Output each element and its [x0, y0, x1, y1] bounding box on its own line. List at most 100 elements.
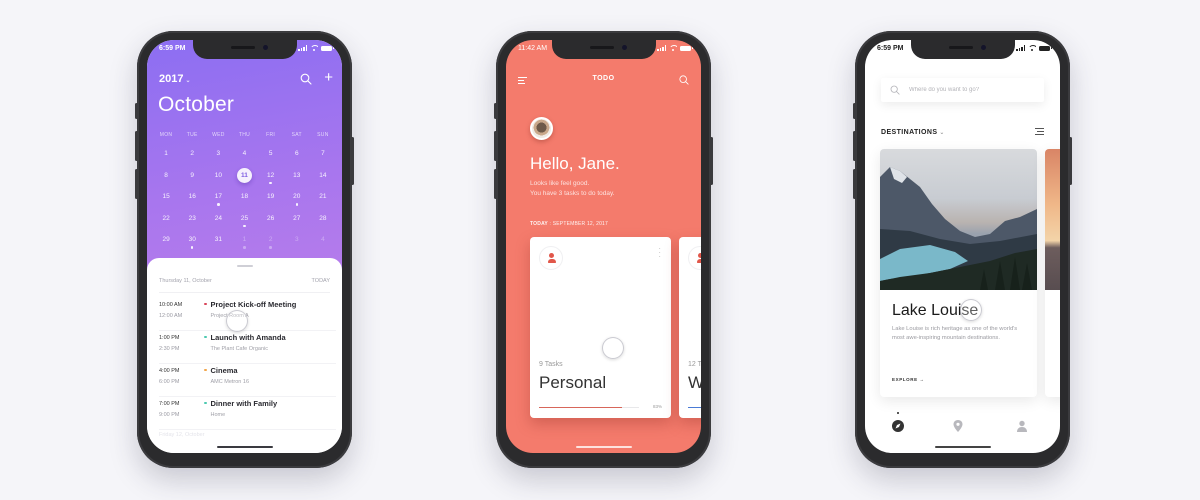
calendar-day[interactable]: 29 [153, 230, 179, 252]
destinations-dropdown[interactable]: DESTINATIONS ⌄ [881, 129, 945, 136]
today-button[interactable]: TODAY [312, 278, 330, 284]
calendar-day[interactable]: 10 [205, 166, 231, 188]
today-date: : SEPTEMBER 12, 2017 [547, 221, 609, 227]
calendar-grid: MON TUE WED THU FRI SAT SUN 1 2 3 4 5 6 7 8 9 10 11 12 13 14… [153, 132, 336, 252]
calendar-day[interactable]: 27 [284, 209, 310, 231]
calendar-day[interactable]: 30 [179, 230, 205, 252]
location-pin-icon[interactable] [951, 419, 965, 433]
calendar-day[interactable]: 16 [179, 187, 205, 209]
progress-bar [688, 406, 701, 408]
day-number: 21 [319, 193, 327, 200]
power-button [1069, 137, 1072, 185]
task-category-name: Work [688, 373, 701, 392]
home-indicator[interactable] [216, 446, 273, 448]
event-info: Launch with Amanda The Plant Cafe Organic [204, 333, 286, 363]
calendar-day[interactable]: 9 [179, 166, 205, 188]
calendar-day[interactable]: 23 [179, 209, 205, 231]
calendar-day[interactable]: 20 [284, 187, 310, 209]
calendar-day[interactable]: 24 [205, 209, 231, 231]
explore-link[interactable]: EXPLORE → [892, 377, 925, 382]
calendar-day[interactable]: 15 [153, 187, 179, 209]
day-number: 1 [164, 150, 168, 157]
calendar-day[interactable]: 3 [205, 144, 231, 166]
search-input[interactable] [909, 83, 1039, 97]
calendar-day[interactable]: 3 [284, 230, 310, 252]
destination-card[interactable]: Lake Louise Lake Louise is rich heritage… [880, 149, 1037, 397]
event-times: 1:00 PM 2:30 PM [159, 333, 204, 363]
progress-label: 83% [652, 404, 662, 409]
task-card-personal[interactable]: · · · 9 Tasks Personal 83% [530, 237, 671, 418]
calendar-day[interactable]: 25 [231, 209, 257, 231]
day-number: 28 [319, 214, 327, 222]
calendar-day[interactable]: 17 [205, 187, 231, 209]
user-icon[interactable] [1015, 419, 1029, 433]
todo-screen: 11:42 AM TODO Hello, Jane. Looks like fe… [506, 40, 701, 453]
battery-icon [321, 45, 334, 51]
calendar-day[interactable]: 6 [284, 144, 310, 166]
filter-icon[interactable] [1035, 128, 1044, 137]
more-vertical-icon[interactable]: · · · [658, 245, 661, 261]
task-card-work[interactable]: 12 Tasks Work [679, 237, 701, 418]
calendar-day[interactable]: 12 [258, 166, 284, 188]
calendar-day[interactable]: 1 [153, 144, 179, 166]
calendar-day[interactable]: 18 [231, 187, 257, 209]
calendar-day[interactable]: 7 [310, 144, 336, 166]
year-selector[interactable]: 2017 ⌄ [159, 73, 191, 85]
greeting-subtitle: Looks like feel good. You have 3 tasks t… [530, 179, 615, 198]
search-bar[interactable] [881, 78, 1044, 102]
calendar-day[interactable]: 21 [310, 187, 336, 209]
drag-handle[interactable] [236, 265, 253, 267]
event-location: The Plant Cafe Organic [210, 345, 268, 352]
calendar-day[interactable]: 19 [258, 187, 284, 209]
day-number: 15 [162, 193, 170, 200]
calendar-day[interactable]: 1 [231, 230, 257, 252]
signal-icon [1016, 45, 1025, 51]
plus-icon[interactable]: + [324, 70, 333, 85]
search-icon[interactable] [300, 73, 312, 85]
day-number: 18 [240, 193, 249, 200]
calendar-day[interactable]: 4 [231, 144, 257, 166]
chevron-down-icon: ⌄ [939, 130, 945, 136]
day-number: 25 [240, 214, 249, 222]
mute-switch [494, 103, 497, 119]
day-number: 4 [242, 150, 247, 157]
event-end: 12:00 AM [159, 312, 183, 319]
search-icon[interactable] [679, 75, 689, 85]
calendar-day[interactable]: 28 [310, 209, 336, 231]
calendar-day[interactable]: 13 [284, 166, 310, 188]
calendar-day[interactable]: 5 [258, 144, 284, 166]
user-icon [539, 246, 563, 270]
wifi-icon [669, 45, 677, 51]
compass-icon[interactable] [891, 419, 905, 433]
event-info: Dinner with Family Home [204, 399, 277, 429]
home-indicator[interactable] [934, 446, 991, 448]
touch-indicator [960, 299, 982, 321]
calendar-day[interactable]: 4 [310, 230, 336, 252]
calendar-header: 2017 ⌄ + October MON TUE WED THU FRI SAT SUN 1 2 3… [147, 40, 342, 280]
volume-down-button [135, 169, 138, 199]
event-item[interactable]: 4:00 PM 6:00 PM Cinema AMC Metron 16 [159, 364, 336, 397]
weekday-label: TUE [186, 132, 198, 138]
event-item[interactable]: 1:00 PM 2:30 PM Launch with Amanda The Plan… [159, 331, 336, 364]
calendar-day[interactable]: 8 [153, 166, 179, 188]
calendar-day[interactable]: 26 [258, 209, 284, 231]
calendar-day[interactable]: 22 [153, 209, 179, 231]
home-indicator[interactable] [575, 446, 632, 448]
event-item[interactable]: 10:00 AM 12:00 AM Project Kick-off Meeting… [159, 298, 336, 331]
destination-card-next[interactable] [1045, 149, 1060, 397]
next-day-label: Friday 12, October [159, 432, 205, 438]
agenda-sheet: Thursday 11, October TODAY 10:00 AM 12:00… [147, 258, 342, 453]
calendar-day[interactable]: 31 [205, 230, 231, 252]
calendar-day-selected[interactable]: 11 [231, 166, 257, 188]
calendar-day[interactable]: 2 [179, 144, 205, 166]
greeting: Hello, Jane. [530, 154, 620, 173]
calendar-day[interactable]: 2 [258, 230, 284, 252]
day-number: 3 [294, 236, 299, 243]
calendar-day[interactable]: 14 [310, 166, 336, 188]
event-item[interactable]: 7:00 PM 9:00 PM Dinner with Family Home [159, 397, 336, 430]
day-number: 2 [190, 150, 195, 157]
wifi-icon [1028, 45, 1036, 51]
avatar[interactable] [530, 117, 553, 140]
day-number: 3 [216, 150, 221, 157]
app-title: TODO [592, 75, 615, 82]
